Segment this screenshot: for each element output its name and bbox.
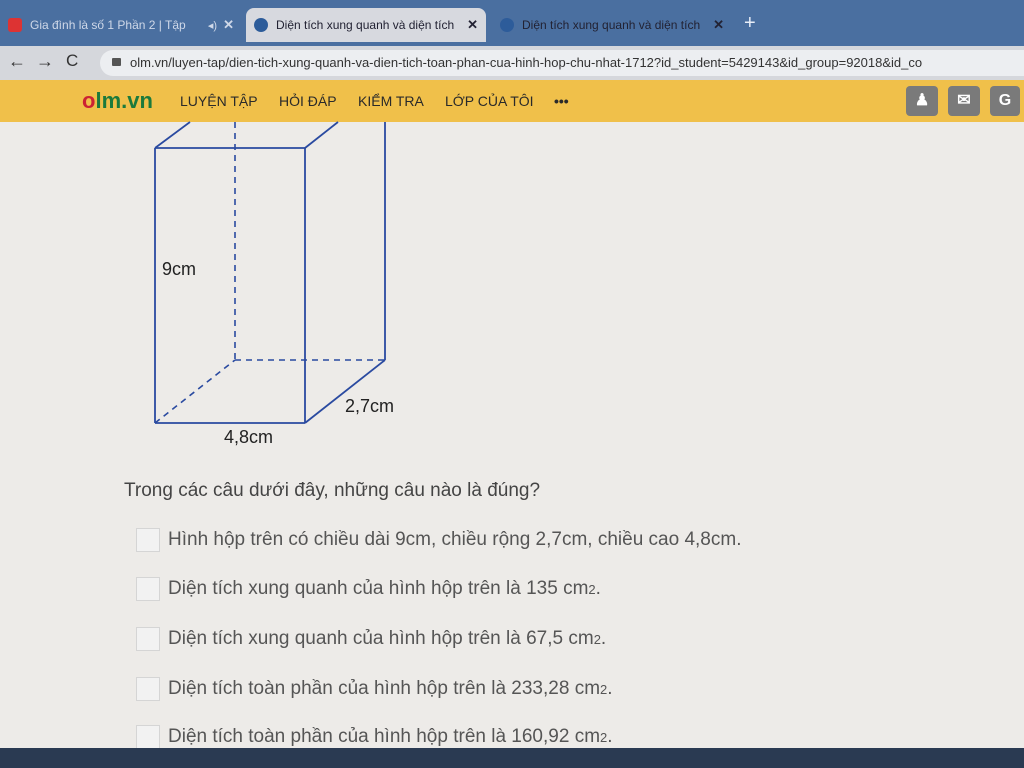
option-text: Diện tích xung quanh của hình hộp trên l…	[168, 578, 589, 599]
address-bar: ← → C olm.vn/luyen-tap/dien-tich-xung-qu…	[0, 46, 1024, 80]
length-label: 4,8cm	[224, 427, 274, 447]
site-header: olm.vn LUYỆN TẬP HỎI ĐÁP KIỂM TRA LỚP CỦ…	[0, 80, 1024, 122]
tab-dien-tich[interactable]: Diện tích xung quanh và diện tích ✕	[492, 8, 732, 42]
option-unit-exponent: 2	[600, 681, 608, 697]
width-label: 2,7cm	[345, 396, 395, 416]
logo-part: lm	[95, 88, 122, 113]
answer-option[interactable]: Hình hộp trên có chiều dài 9cm, chiều rộ…	[136, 525, 741, 555]
close-icon[interactable]: ✕	[467, 17, 478, 33]
option-end: .	[607, 678, 613, 699]
option-checkbox[interactable]	[136, 577, 160, 601]
tab-gia-dinh[interactable]: Gia đình là số 1 Phần 2 | Tập ◂) ✕	[0, 8, 242, 42]
option-end: .	[595, 578, 601, 599]
option-end: .	[607, 726, 613, 747]
tab-dien-tich-active[interactable]: Diện tích xung quanh và diện tích ✕	[246, 8, 486, 42]
tab-title: Diện tích xung quanh và diện tích	[276, 18, 455, 32]
close-icon[interactable]: ✕	[223, 17, 234, 33]
browser-tab-bar: Gia đình là số 1 Phần 2 | Tập ◂) ✕ Diện …	[0, 0, 1024, 46]
back-arrow-icon[interactable]: ←	[8, 51, 26, 72]
cloud-icon	[254, 18, 268, 32]
menu-lop-cua-toi[interactable]: LỚP CỦA TÔI	[445, 93, 534, 109]
chat-icon[interactable]: ✉	[948, 86, 980, 116]
answer-option[interactable]: Diện tích xung quanh của hình hộp trên l…	[136, 574, 601, 604]
option-text: Diện tích xung quanh của hình hộp trên l…	[168, 628, 594, 649]
menu-kiem-tra[interactable]: KIỂM TRA	[358, 93, 424, 109]
new-tab-button[interactable]: +	[744, 12, 756, 35]
option-end: .	[600, 628, 607, 649]
height-label: 9cm	[162, 259, 197, 279]
content-area	[0, 122, 1024, 748]
youtube-icon	[8, 18, 22, 32]
option-unit-exponent: 2	[600, 729, 608, 745]
menu-hoi-dap[interactable]: HỎI ĐÁP	[279, 93, 337, 109]
logo-part: o	[82, 88, 96, 113]
option-checkbox[interactable]	[136, 528, 160, 552]
option-text: Hình hộp trên có chiều dài 9cm, chiều rộ…	[168, 529, 742, 550]
url-input[interactable]: olm.vn/luyen-tap/dien-tich-xung-quanh-va…	[100, 50, 1024, 76]
option-text: Diện tích toàn phần của hình hộp trên là…	[168, 678, 601, 699]
os-taskbar	[0, 748, 1024, 768]
speaker-icon[interactable]: ◂)	[208, 19, 217, 32]
tab-title: Gia đình là số 1 Phần 2 | Tập	[30, 18, 186, 32]
olm-logo[interactable]: olm.vn	[82, 88, 153, 114]
reload-icon[interactable]: C	[66, 51, 78, 71]
menu-luyen-tap[interactable]: LUYỆN TẬP	[180, 93, 258, 109]
forward-arrow-icon[interactable]: →	[36, 51, 54, 72]
option-checkbox[interactable]	[136, 725, 160, 749]
answer-option[interactable]: Diện tích xung quanh của hình hộp trên l…	[136, 624, 606, 654]
option-unit-exponent: 2	[588, 581, 596, 597]
question-text: Trong các câu dưới đây, những câu nào là…	[124, 480, 541, 501]
option-unit-exponent: 2	[593, 631, 601, 647]
url-text: olm.vn/luyen-tap/dien-tich-xung-quanh-va…	[130, 55, 923, 70]
menu-more[interactable]: •••	[554, 93, 569, 109]
option-text: Diện tích toàn phần của hình hộp trên là…	[168, 726, 601, 747]
option-checkbox[interactable]	[136, 677, 160, 701]
notification-icon[interactable]: G	[990, 86, 1020, 116]
cloud-icon	[500, 18, 514, 32]
user-icon[interactable]: ♟	[906, 86, 938, 116]
logo-part: .vn	[121, 88, 153, 113]
tab-title: Diện tích xung quanh và diện tích	[522, 18, 701, 32]
lock-icon	[112, 58, 121, 66]
option-checkbox[interactable]	[136, 627, 160, 651]
answer-option[interactable]: Diện tích toàn phần của hình hộp trên là…	[136, 674, 613, 704]
close-icon[interactable]: ✕	[713, 17, 724, 33]
